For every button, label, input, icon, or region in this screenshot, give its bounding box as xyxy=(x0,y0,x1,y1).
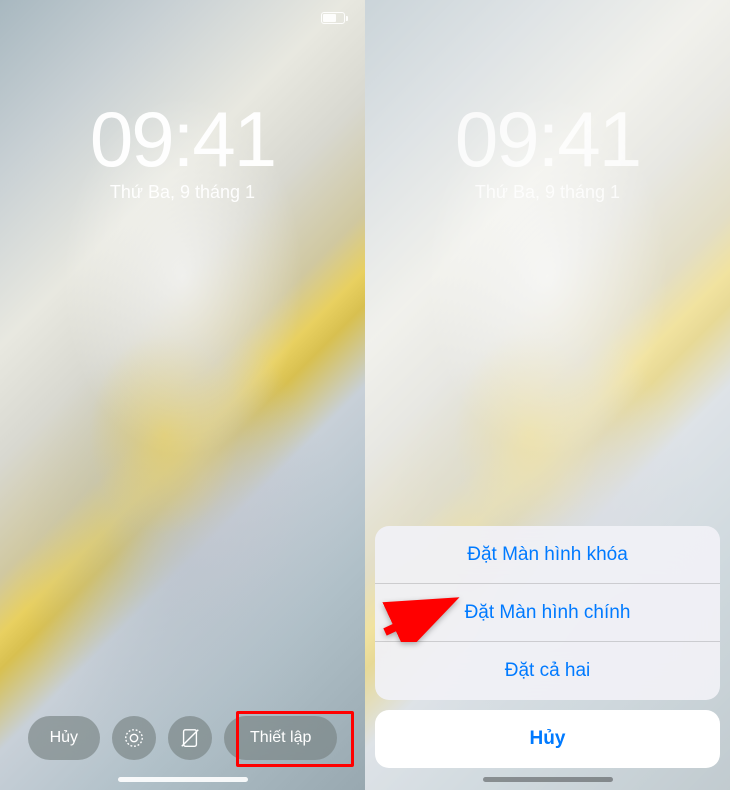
live-photo-toggle-button[interactable] xyxy=(112,716,156,760)
phone-left-wallpaper-preview: 09:41 Thứ Ba, 9 tháng 1 Hủy Thiết lập xyxy=(0,0,365,790)
action-sheet-cancel-button[interactable]: Hủy xyxy=(375,710,720,768)
action-sheet: Đặt Màn hình khóa Đặt Màn hình chính Đặt… xyxy=(375,526,720,768)
date-display: Thứ Ba, 9 tháng 1 xyxy=(0,182,365,203)
time-display: 09:41 xyxy=(0,100,365,178)
option-label: Đặt Màn hình khóa xyxy=(467,544,628,566)
time-display: 09:41 xyxy=(365,100,730,178)
set-lock-screen-option[interactable]: Đặt Màn hình khóa xyxy=(375,526,720,584)
setup-button[interactable]: Thiết lập xyxy=(224,716,337,760)
option-label: Đặt Màn hình chính xyxy=(465,602,631,624)
action-sheet-options: Đặt Màn hình khóa Đặt Màn hình chính Đặt… xyxy=(375,526,720,700)
date-display: Thứ Ba, 9 tháng 1 xyxy=(365,182,730,203)
cancel-button[interactable]: Hủy xyxy=(28,716,100,760)
lock-screen-clock: 09:41 Thứ Ba, 9 tháng 1 xyxy=(0,100,365,203)
perspective-icon xyxy=(179,727,201,749)
phone-right-action-sheet: 09:41 Thứ Ba, 9 tháng 1 Đặt Màn hình khó… xyxy=(365,0,730,790)
set-both-option[interactable]: Đặt cả hai xyxy=(375,642,720,700)
set-home-screen-option[interactable]: Đặt Màn hình chính xyxy=(375,584,720,642)
lock-screen-clock: 09:41 Thứ Ba, 9 tháng 1 xyxy=(365,100,730,203)
perspective-zoom-button[interactable] xyxy=(168,716,212,760)
cancel-label: Hủy xyxy=(530,728,566,750)
status-bar xyxy=(321,12,345,24)
wallpaper-preview-toolbar: Hủy Thiết lập xyxy=(0,716,365,760)
battery-icon xyxy=(321,12,345,24)
setup-label: Thiết lập xyxy=(250,729,311,747)
home-indicator xyxy=(118,777,248,782)
cancel-label: Hủy xyxy=(50,729,78,747)
home-indicator xyxy=(483,777,613,782)
live-photo-icon xyxy=(123,727,145,749)
option-label: Đặt cả hai xyxy=(505,660,591,682)
